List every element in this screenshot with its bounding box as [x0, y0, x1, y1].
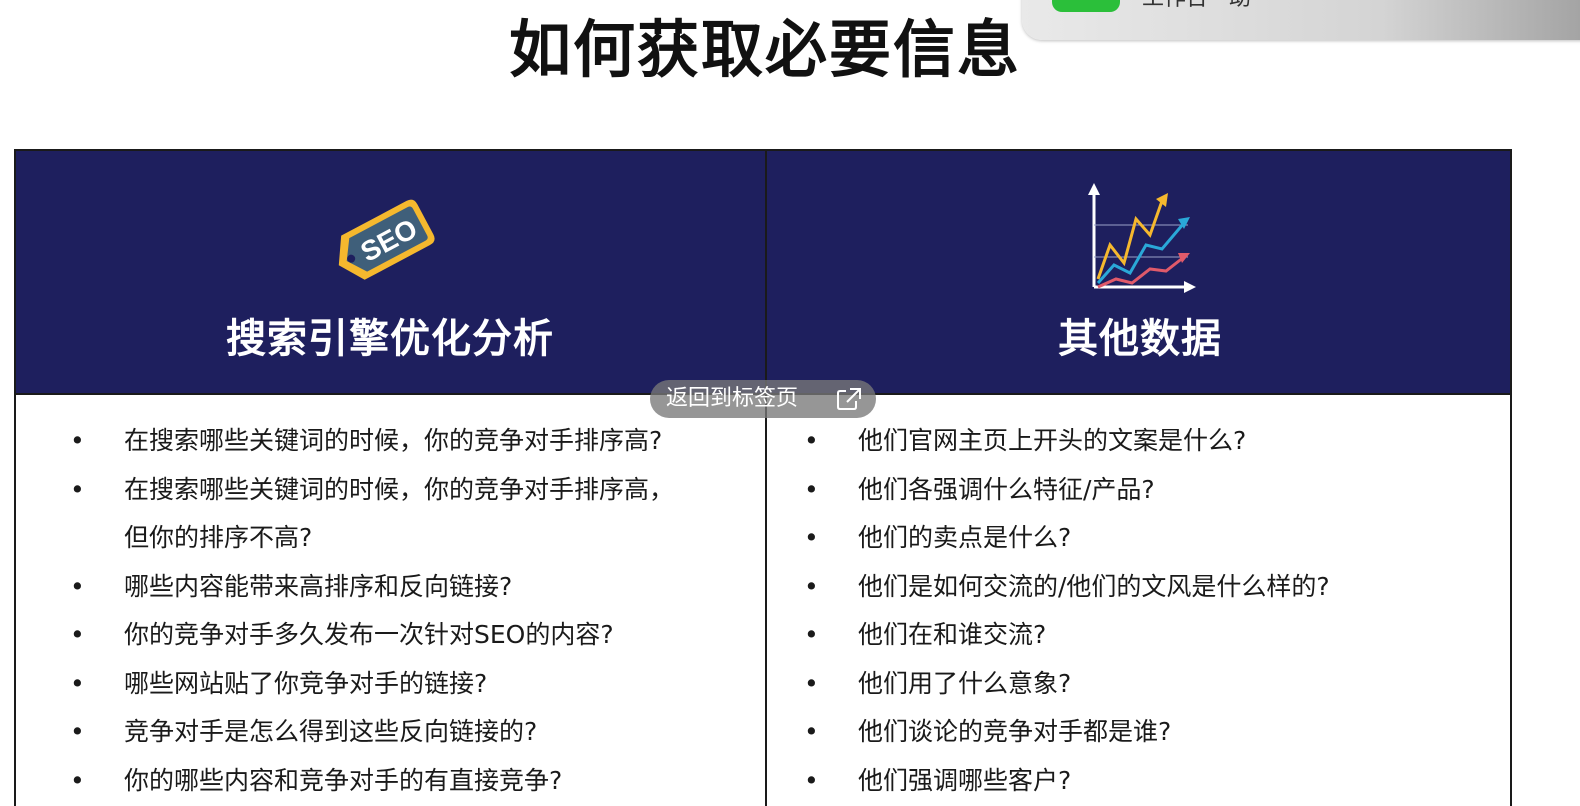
notification-text: 工作台 · 助	[1142, 0, 1251, 8]
list-item: • 他们强调哪些客户?	[804, 765, 1072, 795]
list-item: • 他们用了什么意象?	[804, 668, 1072, 698]
list-item: • 他们在和谁交流?	[804, 620, 1047, 649]
return-to-tab-label: 返回到标签页	[666, 386, 799, 411]
seo-question-list: • 在搜索哪些关键词的时候，你的竞争对手排序高? • 在搜索哪些关键词的时候，你的竞…	[68, 417, 768, 805]
column-header-seo: SEO 搜索引擎优化分析	[16, 151, 764, 393]
open-external-icon	[837, 388, 861, 410]
column-heading: 其他数据	[1058, 316, 1222, 362]
list-item: • 你的竞争对手多久发布一次针对SEO的内容?	[70, 620, 614, 649]
column-heading: 搜索引擎优化分析	[226, 316, 554, 362]
app-badge-icon	[1052, 0, 1120, 12]
slide-page: 如何获取必要信息 工作台 · 助 SEO 搜索引擎优化分析	[0, 0, 1580, 806]
list-item-continuation: 但你的排序不高?	[124, 523, 313, 552]
list-item: • 他们的卖点是什么?	[804, 523, 1072, 552]
list-item: • 他们官网主页上开头的文案是什么?	[804, 426, 1247, 455]
list-item: • 在搜索哪些关键词的时候，你的竞争对手排序高，	[70, 474, 675, 504]
table-header: SEO 搜索引擎优化分析 其他数据	[16, 151, 1510, 395]
notification-banner[interactable]: 工作台 · 助	[1022, 0, 1580, 40]
list-item: • 哪些网站贴了你竞争对手的链接?	[70, 668, 488, 698]
list-item: • 竞争对手是怎么得到这些反向链接的?	[70, 717, 538, 746]
column-divider	[765, 151, 767, 806]
other-question-list: • 他们官网主页上开头的文案是什么? • 他们各强调什么特征/产品? • 他们的卖点是…	[802, 417, 1502, 805]
column-body-seo: • 在搜索哪些关键词的时候，你的竞争对手排序高? • 在搜索哪些关键词的时候，你的竞…	[68, 417, 768, 805]
trend-chart-icon	[1088, 183, 1196, 293]
list-item: • 你的哪些内容和竞争对手的有直接竞争?	[70, 765, 563, 795]
comparison-table: SEO 搜索引擎优化分析 其他数据 • 在搜索哪些关键词的时候，你的竞争对手排序…	[14, 149, 1512, 806]
list-item: • 他们各强调什么特征/产品?	[804, 474, 1155, 504]
list-item: • 他们谈论的竞争对手都是谁?	[804, 717, 1172, 746]
list-item: • 在搜索哪些关键词的时候，你的竞争对手排序高?	[70, 426, 663, 455]
return-to-tab-button[interactable]: 返回到标签页	[650, 380, 876, 418]
column-body-other: • 他们官网主页上开头的文案是什么? • 他们各强调什么特征/产品? • 他们的卖点是…	[802, 417, 1502, 805]
column-header-other: 其他数据	[766, 151, 1514, 393]
list-item: • 哪些内容能带来高排序和反向链接?	[70, 571, 513, 601]
list-item: • 他们是如何交流的/他们的文风是什么样的?	[804, 571, 1330, 601]
seo-tag-icon: SEO	[338, 199, 435, 280]
